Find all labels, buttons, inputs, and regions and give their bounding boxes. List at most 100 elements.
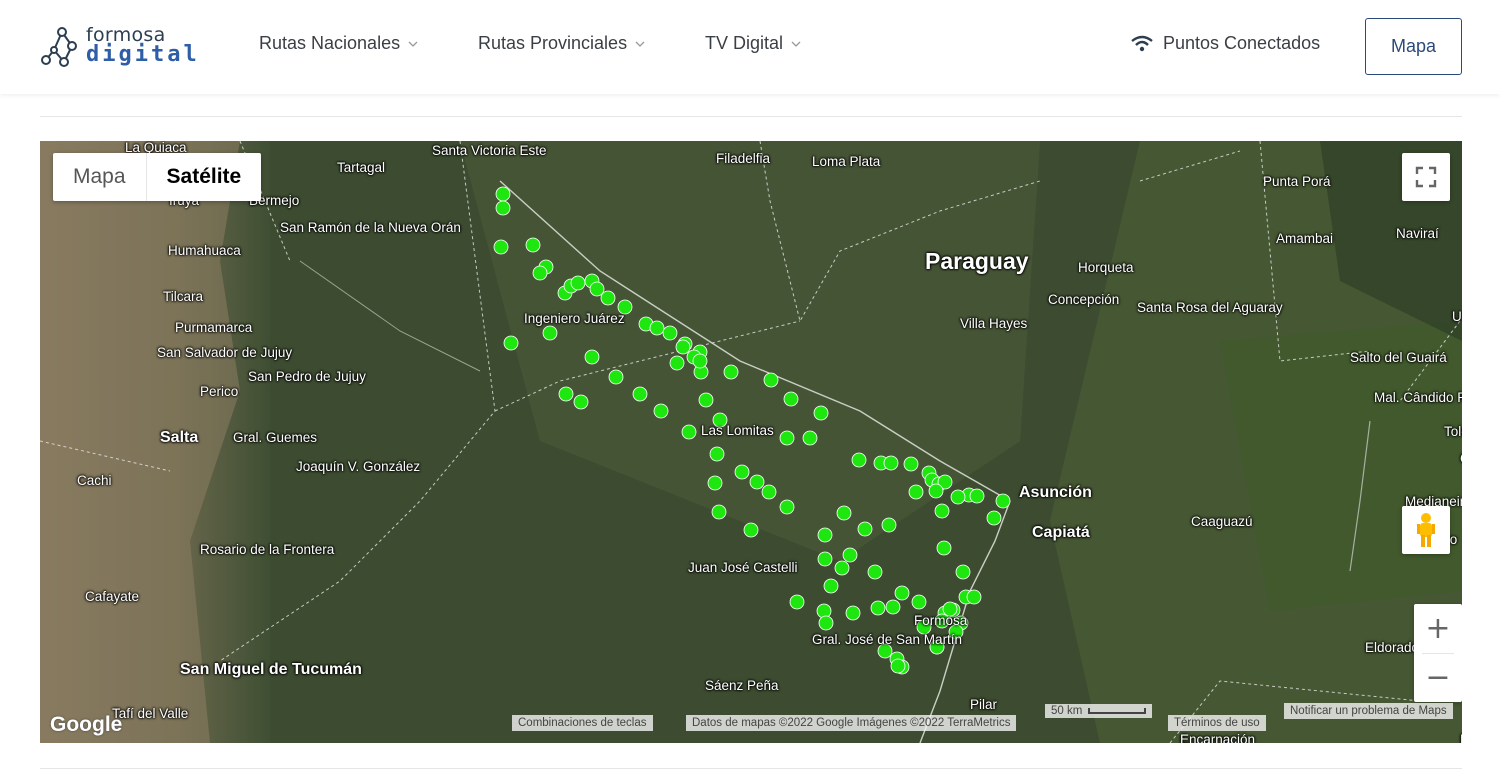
fullscreen-button[interactable] — [1402, 153, 1450, 201]
connected-point-marker[interactable] — [495, 200, 511, 216]
connected-point-marker[interactable] — [817, 527, 833, 543]
scale-bar[interactable]: 50 km — [1045, 704, 1153, 718]
connected-point-marker[interactable] — [698, 392, 714, 408]
mapa-button[interactable]: Mapa — [1365, 18, 1462, 75]
connected-point-marker[interactable] — [836, 505, 852, 521]
connected-point-marker[interactable] — [779, 499, 795, 515]
connected-point-marker[interactable] — [734, 464, 750, 480]
connected-point-marker[interactable] — [851, 452, 867, 468]
street-view-pegman-button[interactable] — [1402, 506, 1450, 554]
connected-point-marker[interactable] — [493, 239, 509, 255]
connected-point-marker[interactable] — [986, 510, 1002, 526]
connected-point-marker[interactable] — [857, 521, 873, 537]
connected-point-marker[interactable] — [608, 369, 624, 385]
place-label: Juan José Castelli — [688, 560, 798, 575]
connected-point-marker[interactable] — [495, 186, 511, 202]
map-type-satelite-button[interactable]: Satélite — [145, 153, 262, 201]
logo[interactable]: formosa digital — [40, 22, 197, 72]
connected-point-marker[interactable] — [883, 455, 899, 471]
report-problem-link[interactable]: Notificar un problema de Maps — [1284, 703, 1453, 719]
connected-point-marker[interactable] — [570, 275, 586, 291]
connected-point-marker[interactable] — [867, 564, 883, 580]
connected-point-marker[interactable] — [936, 540, 952, 556]
connected-point-marker[interactable] — [823, 578, 839, 594]
connected-point-marker[interactable] — [532, 265, 548, 281]
connected-point-marker[interactable] — [763, 372, 779, 388]
connected-point-marker[interactable] — [890, 658, 906, 674]
connected-point-marker[interactable] — [743, 522, 759, 538]
connected-point-marker[interactable] — [723, 364, 739, 380]
map-container[interactable]: La Quiaca Santa Victoria Este Tartagal Fila… — [40, 141, 1462, 743]
connected-point-marker[interactable] — [779, 430, 795, 446]
place-label: Loma Plata — [812, 154, 881, 169]
connected-point-marker[interactable] — [995, 493, 1011, 509]
place-label: Filadelfia — [716, 151, 771, 166]
connected-point-marker[interactable] — [761, 484, 777, 500]
connected-point-marker[interactable] — [842, 547, 858, 563]
connected-point-marker[interactable] — [834, 560, 850, 576]
connected-point-marker[interactable] — [908, 484, 924, 500]
connected-point-marker[interactable] — [711, 504, 727, 520]
map-type-mapa-button[interactable]: Mapa — [53, 153, 146, 201]
puntos-conectados-link[interactable]: Puntos Conectados — [1131, 33, 1320, 54]
zoom-divider — [1422, 653, 1454, 654]
connected-point-marker[interactable] — [934, 503, 950, 519]
connected-point-marker[interactable] — [845, 605, 861, 621]
connected-point-marker[interactable] — [966, 589, 982, 605]
place-label: Caaguazú — [1191, 514, 1253, 529]
chevron-down-icon — [408, 41, 418, 47]
keyboard-shortcuts-link[interactable]: Combinaciones de teclas — [512, 715, 653, 731]
place-label: Cachi — [77, 473, 112, 488]
nav-label: Rutas Nacionales — [259, 33, 401, 53]
place-label: San Ramón de la Nueva Orán — [280, 220, 461, 235]
connected-point-marker[interactable] — [950, 489, 966, 505]
wifi-icon — [1131, 35, 1153, 51]
connected-point-marker[interactable] — [681, 424, 697, 440]
connected-point-marker[interactable] — [573, 394, 589, 410]
connected-point-marker[interactable] — [813, 405, 829, 421]
connected-point-marker[interactable] — [558, 386, 574, 402]
connected-point-marker[interactable] — [669, 355, 685, 371]
connected-point-marker[interactable] — [818, 615, 834, 631]
connected-point-marker[interactable] — [969, 488, 985, 504]
nav-label: TV Digital — [705, 33, 784, 53]
connected-point-marker[interactable] — [789, 594, 805, 610]
connected-point-marker[interactable] — [802, 430, 818, 446]
connected-point-marker[interactable] — [675, 339, 691, 355]
zoom-control: + − — [1414, 604, 1462, 702]
connected-point-marker[interactable] — [885, 599, 901, 615]
connected-point-marker[interactable] — [749, 474, 765, 490]
place-label: Perico — [200, 384, 239, 399]
connected-point-marker[interactable] — [542, 325, 558, 341]
zoom-out-button[interactable]: − — [1414, 653, 1462, 702]
place-label: Las Lomitas — [701, 423, 774, 438]
nav-rutas-provinciales[interactable]: Rutas Provinciales — [478, 33, 645, 54]
place-label: Purmamarca — [175, 320, 253, 335]
place-label: Naviraí — [1396, 226, 1439, 241]
nav-tv-digital[interactable]: TV Digital — [705, 33, 801, 54]
connected-point-marker[interactable] — [783, 391, 799, 407]
connected-point-marker[interactable] — [709, 446, 725, 462]
connected-point-marker[interactable] — [707, 475, 723, 491]
connected-point-marker[interactable] — [911, 594, 927, 610]
connected-point-marker[interactable] — [525, 237, 541, 253]
connected-point-marker[interactable] — [653, 403, 669, 419]
connected-point-marker[interactable] — [600, 290, 616, 306]
connected-point-marker[interactable] — [649, 320, 665, 336]
connected-point-marker[interactable] — [503, 335, 519, 351]
connected-point-marker[interactable] — [955, 564, 971, 580]
connected-point-marker[interactable] — [662, 325, 678, 341]
nav-rutas-nacionales[interactable]: Rutas Nacionales — [259, 33, 418, 54]
connected-point-marker[interactable] — [928, 483, 944, 499]
zoom-in-button[interactable]: + — [1414, 604, 1462, 653]
connected-point-marker[interactable] — [903, 456, 919, 472]
connected-point-marker[interactable] — [881, 517, 897, 533]
place-label: Capiatá — [1032, 524, 1090, 541]
connected-point-marker[interactable] — [894, 585, 910, 601]
connected-point-marker[interactable] — [632, 386, 648, 402]
terms-of-use-link[interactable]: Términos de uso — [1168, 715, 1266, 731]
connected-point-marker[interactable] — [817, 551, 833, 567]
connected-point-marker[interactable] — [870, 600, 886, 616]
connected-point-marker[interactable] — [692, 353, 708, 369]
connected-point-marker[interactable] — [584, 349, 600, 365]
